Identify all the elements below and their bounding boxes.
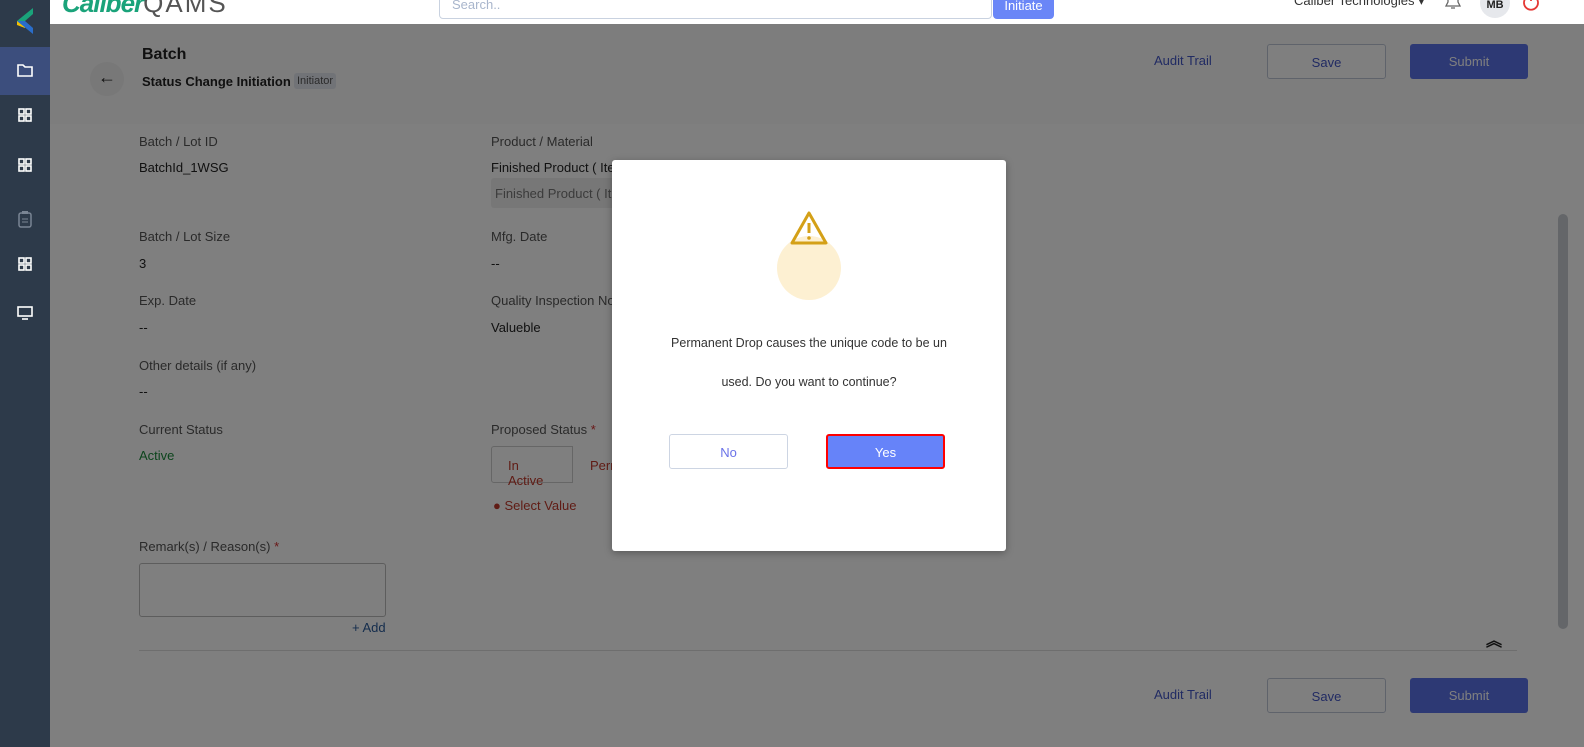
sidebar-item-grid-3[interactable]: [0, 241, 50, 289]
sidebar-item-grid-1[interactable]: [0, 92, 50, 140]
initiate-button[interactable]: Initiate: [993, 0, 1054, 19]
grid-icon: [18, 157, 32, 175]
sidebar-item-grid-2[interactable]: [0, 142, 50, 190]
power-icon[interactable]: [1522, 0, 1540, 15]
app-logo: CaliberQAMS: [62, 0, 228, 18]
top-header: CaliberQAMS Search.. Initiate Caliber Te…: [50, 0, 1584, 24]
grid-icon: [18, 107, 32, 125]
sidebar: [0, 0, 50, 747]
company-selector[interactable]: Caliber Technologies ▾: [1294, 0, 1425, 9]
dialog-message-line2: used. Do you want to continue?: [721, 375, 897, 389]
sidebar-item-clipboard[interactable]: [0, 196, 50, 244]
yes-button[interactable]: Yes: [826, 434, 945, 469]
monitor-icon: [17, 305, 33, 323]
bell-icon[interactable]: [1444, 0, 1462, 13]
avatar[interactable]: MB: [1480, 0, 1510, 18]
grid-icon: [18, 256, 32, 274]
sidebar-item-folder[interactable]: [0, 47, 50, 95]
no-button[interactable]: No: [669, 434, 788, 469]
folder-icon: [17, 63, 33, 80]
app-logo-icon: [17, 8, 33, 37]
sidebar-item-monitor[interactable]: [0, 290, 50, 338]
dialog-message-line1: Permanent Drop causes the unique code to…: [671, 336, 947, 350]
confirm-dialog: Permanent Drop causes the unique code to…: [612, 160, 1006, 551]
clipboard-icon: [18, 210, 32, 231]
warning-icon: [789, 210, 829, 249]
search-input[interactable]: Search..: [439, 0, 992, 19]
